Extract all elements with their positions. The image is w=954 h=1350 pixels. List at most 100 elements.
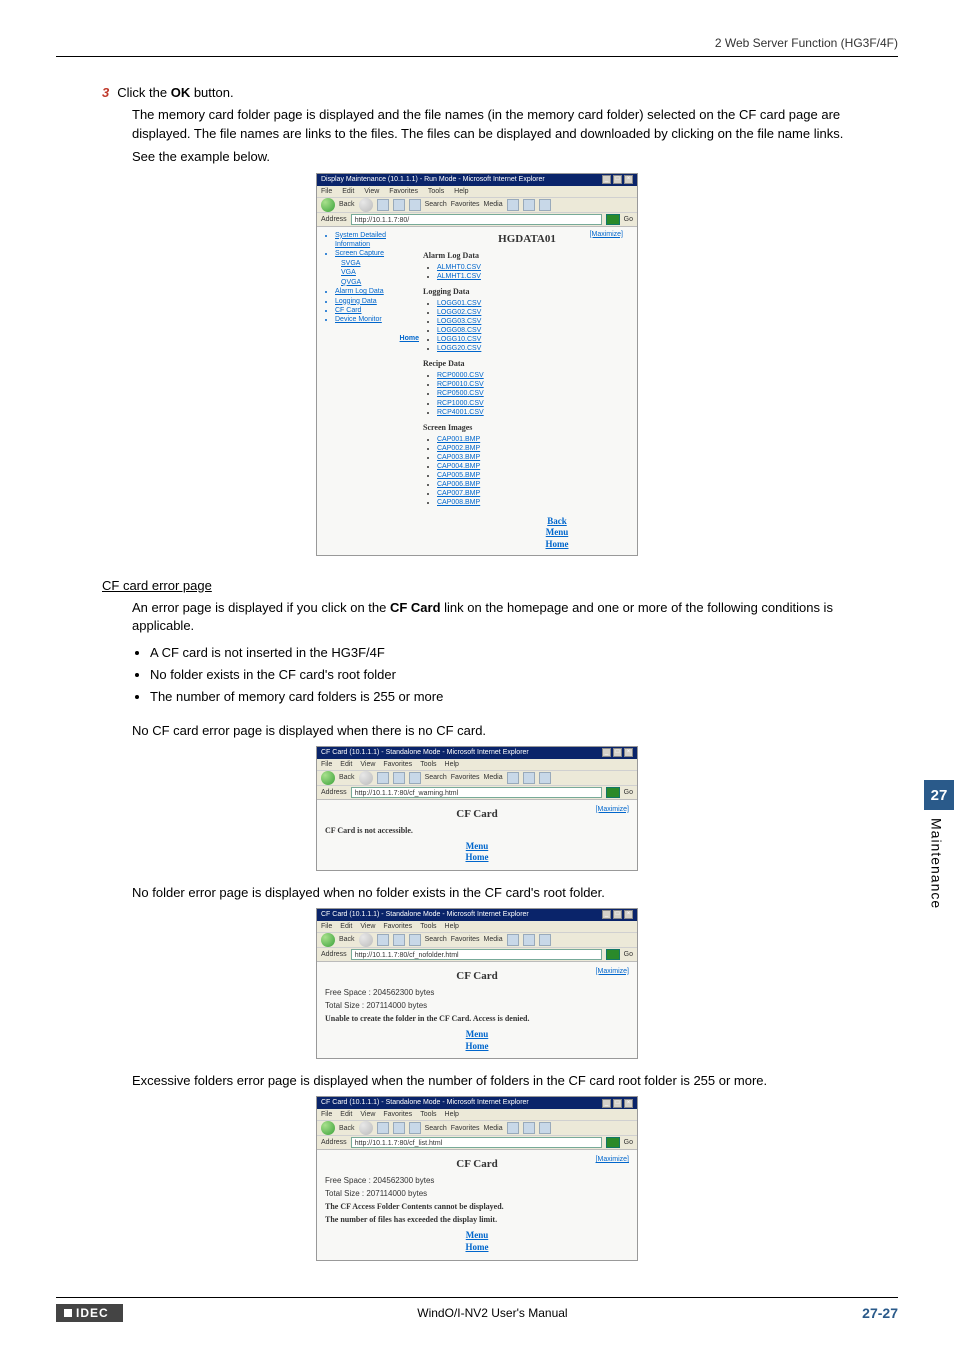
- file-link[interactable]: RCP4001.CSV: [437, 409, 484, 416]
- file-link[interactable]: RCP0500.CSV: [437, 390, 484, 397]
- minimize-icon[interactable]: _: [602, 1099, 611, 1108]
- history-icon[interactable]: [507, 934, 519, 946]
- go-button[interactable]: [606, 787, 620, 798]
- menu-favorites[interactable]: Favorites: [383, 1111, 412, 1118]
- menu-favorites[interactable]: Favorites: [383, 923, 412, 930]
- go-button[interactable]: [606, 949, 620, 960]
- menu-help[interactable]: Help: [445, 1111, 459, 1118]
- nav-logging[interactable]: Logging Data: [335, 298, 377, 305]
- file-link[interactable]: ALMHT0.CSV: [437, 264, 481, 271]
- home-icon[interactable]: [409, 934, 421, 946]
- nav-qvga[interactable]: QVGA: [341, 279, 361, 286]
- menu-view[interactable]: View: [360, 923, 375, 930]
- link-back[interactable]: Back: [483, 516, 631, 528]
- maximize-link[interactable]: [Maximize]: [596, 968, 629, 975]
- menu-help[interactable]: Help: [445, 923, 459, 930]
- media-label[interactable]: Media: [484, 936, 503, 943]
- forward-icon[interactable]: [359, 933, 373, 947]
- file-link[interactable]: LOGG02.CSV: [437, 309, 481, 316]
- file-link[interactable]: LOGG01.CSV: [437, 300, 481, 307]
- menu-file[interactable]: File: [321, 761, 332, 768]
- file-link[interactable]: CAP007.BMP: [437, 490, 480, 497]
- media-label[interactable]: Media: [484, 774, 503, 781]
- maximize-icon[interactable]: □: [613, 1099, 622, 1108]
- link-menu[interactable]: Menu: [325, 1230, 629, 1242]
- menu-favorites[interactable]: Favorites: [389, 188, 418, 195]
- link-menu[interactable]: Menu: [325, 1029, 629, 1041]
- refresh-icon[interactable]: [393, 934, 405, 946]
- search-label[interactable]: Search: [425, 774, 447, 781]
- menu-edit[interactable]: Edit: [340, 761, 352, 768]
- link-home[interactable]: Home: [483, 539, 631, 551]
- maximize-link[interactable]: [Maximize]: [596, 1156, 629, 1163]
- minimize-icon[interactable]: _: [602, 175, 611, 184]
- file-link[interactable]: LOGG20.CSV: [437, 345, 481, 352]
- file-link[interactable]: LOGG03.CSV: [437, 318, 481, 325]
- link-menu[interactable]: Menu: [483, 527, 631, 539]
- menu-view[interactable]: View: [364, 188, 379, 195]
- history-icon[interactable]: [507, 199, 519, 211]
- menu-file[interactable]: File: [321, 1111, 332, 1118]
- menu-tools[interactable]: Tools: [420, 1111, 436, 1118]
- menu-bar[interactable]: File Edit View Favorites Tools Help: [317, 759, 637, 770]
- close-icon[interactable]: ×: [624, 1099, 633, 1108]
- refresh-icon[interactable]: [393, 772, 405, 784]
- forward-icon[interactable]: [359, 771, 373, 785]
- file-link[interactable]: CAP002.BMP: [437, 445, 480, 452]
- history-icon[interactable]: [507, 1122, 519, 1134]
- stop-icon[interactable]: [377, 199, 389, 211]
- print-icon[interactable]: [539, 934, 551, 946]
- link-home[interactable]: Home: [325, 1242, 629, 1254]
- menu-tools[interactable]: Tools: [420, 923, 436, 930]
- maximize-icon[interactable]: □: [613, 910, 622, 919]
- menu-edit[interactable]: Edit: [340, 1111, 352, 1118]
- home-icon[interactable]: [409, 1122, 421, 1134]
- mail-icon[interactable]: [523, 772, 535, 784]
- stop-icon[interactable]: [377, 1122, 389, 1134]
- forward-icon[interactable]: [359, 1121, 373, 1135]
- nav-home[interactable]: Home: [400, 335, 419, 342]
- file-link[interactable]: RCP0000.CSV: [437, 372, 484, 379]
- address-input[interactable]: http://10.1.1.7:80/: [351, 214, 602, 225]
- mail-icon[interactable]: [523, 1122, 535, 1134]
- menu-edit[interactable]: Edit: [340, 923, 352, 930]
- print-icon[interactable]: [539, 1122, 551, 1134]
- menu-help[interactable]: Help: [454, 188, 468, 195]
- nav-device-monitor[interactable]: Device Monitor: [335, 316, 382, 323]
- file-link[interactable]: CAP005.BMP: [437, 472, 480, 479]
- link-menu[interactable]: Menu: [325, 841, 629, 853]
- favorites-label[interactable]: Favorites: [451, 936, 480, 943]
- stop-icon[interactable]: [377, 934, 389, 946]
- nav-svga[interactable]: SVGA: [341, 260, 360, 267]
- menu-view[interactable]: View: [360, 761, 375, 768]
- home-icon[interactable]: [409, 772, 421, 784]
- file-link[interactable]: CAP008.BMP: [437, 499, 480, 506]
- link-home[interactable]: Home: [325, 1041, 629, 1053]
- go-button[interactable]: [606, 1137, 620, 1148]
- menu-favorites[interactable]: Favorites: [383, 761, 412, 768]
- link-home[interactable]: Home: [325, 852, 629, 864]
- address-input[interactable]: http://10.1.1.7:80/cf_nofolder.html: [351, 949, 602, 960]
- file-link[interactable]: RCP0010.CSV: [437, 381, 484, 388]
- file-link[interactable]: CAP004.BMP: [437, 463, 480, 470]
- menu-file[interactable]: File: [321, 923, 332, 930]
- refresh-icon[interactable]: [393, 1122, 405, 1134]
- nav-system-info[interactable]: System Detailed Information: [335, 232, 386, 248]
- go-button[interactable]: [606, 214, 620, 225]
- nav-vga[interactable]: VGA: [341, 269, 356, 276]
- back-icon[interactable]: [321, 198, 335, 212]
- home-icon[interactable]: [409, 199, 421, 211]
- menu-tools[interactable]: Tools: [428, 188, 444, 195]
- file-link[interactable]: ALMHT1.CSV: [437, 273, 481, 280]
- favorites-label[interactable]: Favorites: [451, 1125, 480, 1132]
- mail-icon[interactable]: [523, 199, 535, 211]
- search-label[interactable]: Search: [425, 936, 447, 943]
- menu-help[interactable]: Help: [445, 761, 459, 768]
- close-icon[interactable]: ×: [624, 175, 633, 184]
- menu-tools[interactable]: Tools: [420, 761, 436, 768]
- print-icon[interactable]: [539, 199, 551, 211]
- favorites-label[interactable]: Favorites: [451, 201, 480, 208]
- close-icon[interactable]: ×: [624, 910, 633, 919]
- forward-icon[interactable]: [359, 198, 373, 212]
- file-link[interactable]: CAP001.BMP: [437, 436, 480, 443]
